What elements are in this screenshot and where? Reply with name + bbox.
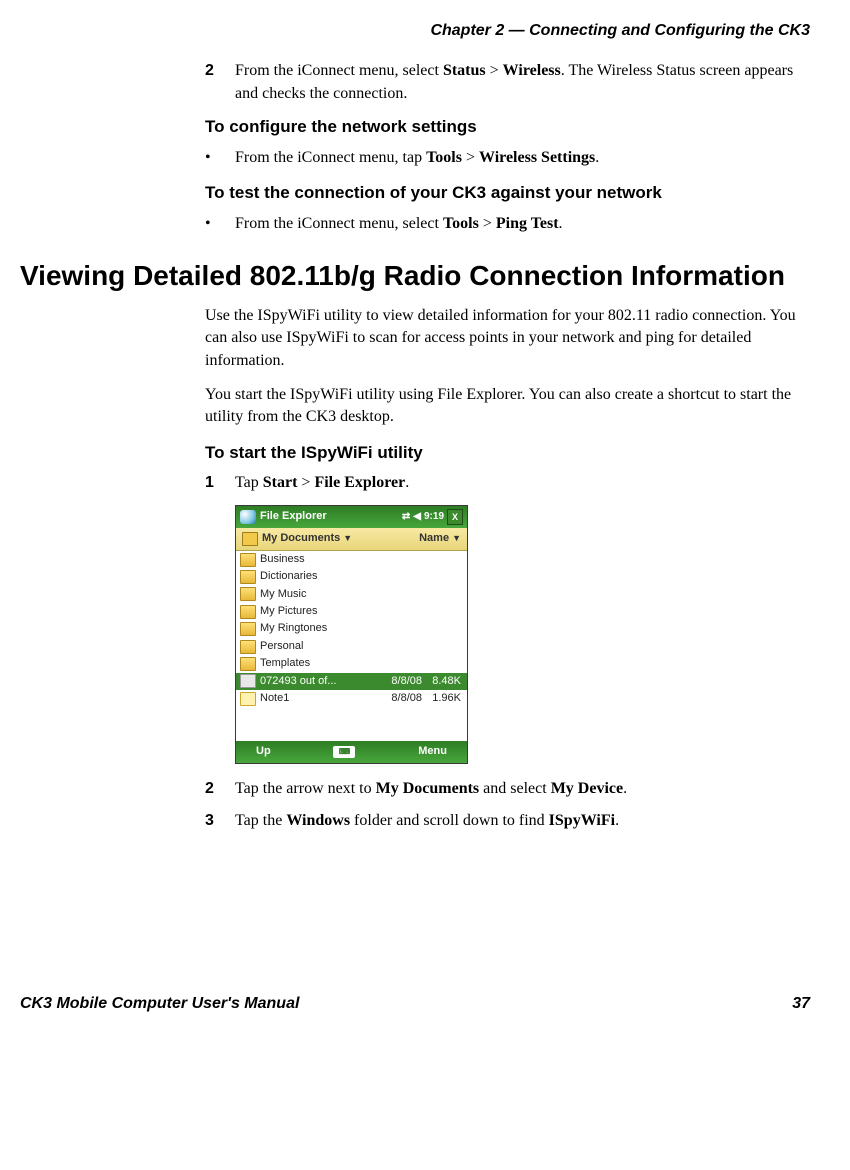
folder-row[interactable]: Templates <box>236 655 467 672</box>
bullet-text: From the iConnect menu, select Tools > P… <box>235 215 563 232</box>
file-size: 8.48K <box>422 674 463 689</box>
file-list[interactable]: Business Dictionaries My Music My Pictur… <box>236 551 467 741</box>
windows-logo-icon[interactable] <box>240 510 256 524</box>
window-title: File Explorer <box>260 509 327 524</box>
step-number: 3 <box>205 810 214 832</box>
close-button[interactable]: X <box>447 509 463 525</box>
folder-icon <box>240 657 256 671</box>
folder-icon <box>240 570 256 584</box>
bullet-marker: • <box>205 147 211 169</box>
chevron-down-icon: ▼ <box>452 533 461 543</box>
bottom-bar: Up ⌨ Menu <box>236 741 467 763</box>
step-3: 3 Tap the Windows folder and scroll down… <box>205 810 810 832</box>
up-button[interactable]: Up <box>256 744 271 759</box>
step-text: Tap Start > File Explorer. <box>235 474 409 491</box>
step-text: Tap the arrow next to My Documents and s… <box>235 780 627 797</box>
chevron-down-icon: ▼ <box>343 533 352 543</box>
connectivity-icon: ⇄ <box>402 510 410 524</box>
status-icons: ⇄ ◀ 9:19 <box>402 510 444 524</box>
folder-row[interactable]: Business <box>236 551 467 568</box>
page-footer: CK3 Mobile Computer User's Manual 37 <box>20 993 810 1015</box>
bullet-marker: • <box>205 213 211 235</box>
bullet-configure: • From the iConnect menu, tap Tools > Wi… <box>205 147 810 169</box>
file-date: 8/8/08 <box>370 674 422 689</box>
document-icon <box>240 674 256 688</box>
file-name: Note1 <box>260 691 370 706</box>
folder-icon <box>240 605 256 619</box>
paragraph-1: Use the ISpyWiFi utility to view detaile… <box>205 305 810 372</box>
folder-row[interactable]: My Pictures <box>236 603 467 620</box>
step-number: 1 <box>205 472 214 494</box>
folder-row[interactable]: My Music <box>236 586 467 603</box>
step-2-top: 2 From the iConnect menu, select Status … <box>205 60 810 105</box>
file-date: 8/8/08 <box>370 691 422 706</box>
folder-icon <box>240 640 256 654</box>
file-explorer-screenshot: File Explorer ⇄ ◀ 9:19 X My Documents▼ N… <box>235 505 468 764</box>
bullet-text: From the iConnect menu, tap Tools > Wire… <box>235 149 599 166</box>
paragraph-2: You start the ISpyWiFi utility using Fil… <box>205 384 810 429</box>
step-1: 1 Tap Start > File Explorer. <box>205 472 810 494</box>
step-2-bottom: 2 Tap the arrow next to My Documents and… <box>205 778 810 800</box>
file-row[interactable]: Note1 8/8/08 1.96K <box>236 690 467 707</box>
file-name: 072493 out of... <box>260 674 370 689</box>
path-dropdown[interactable]: My Documents▼ <box>262 531 352 546</box>
step-number: 2 <box>205 60 214 82</box>
keyboard-icon[interactable]: ⌨ <box>333 746 355 758</box>
step-text: Tap the Windows folder and scroll down t… <box>235 812 619 829</box>
subheading-start-ispywifi: To start the ISpyWiFi utility <box>205 441 810 465</box>
folder-icon <box>240 622 256 636</box>
folder-row[interactable]: Personal <box>236 638 467 655</box>
footer-manual-title: CK3 Mobile Computer User's Manual <box>20 993 299 1015</box>
path-toolbar: My Documents▼ Name▼ <box>236 528 467 551</box>
subheading-configure: To configure the network settings <box>205 115 810 139</box>
menu-button[interactable]: Menu <box>418 744 447 759</box>
subheading-test: To test the connection of your CK3 again… <box>205 181 810 205</box>
volume-icon: ◀ <box>413 510 421 524</box>
file-row-selected[interactable]: 072493 out of... 8/8/08 8.48K <box>236 673 467 690</box>
folder-icon <box>240 553 256 567</box>
folder-row[interactable]: My Ringtones <box>236 620 467 637</box>
window-titlebar: File Explorer ⇄ ◀ 9:19 X <box>236 506 467 528</box>
step-number: 2 <box>205 778 214 800</box>
bullet-test: • From the iConnect menu, select Tools >… <box>205 213 810 235</box>
sort-dropdown[interactable]: Name▼ <box>419 531 461 546</box>
note-icon <box>240 692 256 706</box>
step-text: From the iConnect menu, select Status > … <box>235 62 793 101</box>
footer-page-number: 37 <box>792 993 810 1015</box>
folder-open-icon <box>242 532 258 546</box>
file-size: 1.96K <box>422 691 463 706</box>
chapter-header: Chapter 2 — Connecting and Configuring t… <box>20 20 810 42</box>
folder-icon <box>240 587 256 601</box>
section-title: Viewing Detailed 802.11b/g Radio Connect… <box>20 256 810 295</box>
folder-row[interactable]: Dictionaries <box>236 568 467 585</box>
clock: 9:19 <box>424 510 444 524</box>
